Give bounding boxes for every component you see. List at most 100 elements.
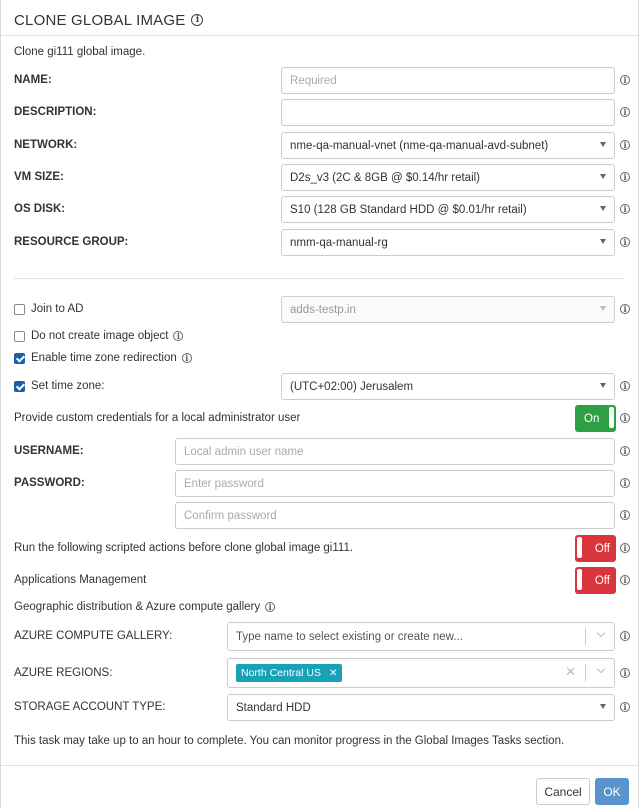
name-label: NAME:: [14, 74, 52, 86]
info-icon[interactable]: i: [173, 331, 184, 341]
info-icon[interactable]: i: [620, 140, 630, 150]
scripted-actions-toggle-label: Off: [594, 542, 610, 555]
join-ad-label: Join to AD: [31, 303, 84, 315]
join-ad-checkbox[interactable]: [14, 303, 25, 315]
caret-down-icon: [600, 383, 606, 388]
info-icon[interactable]: i: [620, 631, 630, 641]
join-ad-row: Join to AD: [14, 303, 83, 315]
chevron-down-icon[interactable]: [596, 664, 606, 674]
info-icon[interactable]: i: [620, 75, 630, 85]
info-icon[interactable]: i: [620, 446, 630, 456]
scripted-actions-row: Run the following scripted actions befor…: [14, 542, 353, 554]
clear-icon[interactable]: ✕: [565, 664, 576, 680]
scripted-actions-toggle[interactable]: Off: [575, 535, 616, 562]
toggle-knob: [609, 407, 614, 428]
info-icon[interactable]: i: [620, 381, 630, 391]
password-input[interactable]: Enter password: [175, 470, 615, 497]
storage-select[interactable]: Standard HDD: [227, 694, 615, 721]
apps-management-toggle[interactable]: Off: [575, 567, 616, 594]
password-label: PASSWORD:: [14, 477, 85, 489]
vm-size-select[interactable]: D2s_v3 (2C & 8GB @ $0.14/hr retail): [281, 164, 615, 191]
no-image-object-label: Do not create image object: [31, 330, 169, 342]
section-divider: [14, 278, 625, 279]
regions-label: AZURE REGIONS:: [14, 667, 113, 679]
ad-domain-value: adds-testp.in: [290, 303, 356, 316]
info-icon[interactable]: i: [620, 204, 630, 214]
os-disk-select[interactable]: S10 (128 GB Standard HDD @ $0.01/hr reta…: [281, 196, 615, 223]
confirm-password-input[interactable]: Confirm password: [175, 502, 615, 529]
caret-down-icon: [600, 206, 606, 211]
regions-select[interactable]: North Central US ✕ ✕: [227, 658, 615, 688]
tz-redirect-checkbox[interactable]: [14, 352, 25, 364]
resource-group-select[interactable]: nmm-qa-manual-rg: [281, 229, 615, 256]
resource-group-row: RESOURCE GROUP:: [14, 236, 128, 248]
gallery-row: AZURE COMPUTE GALLERY:: [14, 630, 172, 642]
name-placeholder: Required: [290, 74, 337, 87]
credentials-toggle[interactable]: On: [575, 405, 616, 432]
set-tz-checkbox[interactable]: [14, 380, 25, 392]
name-row: NAME:: [14, 74, 52, 86]
region-tag-label: North Central US: [241, 667, 321, 679]
remove-tag-icon[interactable]: ✕: [329, 668, 337, 679]
username-label: USERNAME:: [14, 445, 84, 457]
info-icon[interactable]: i: [620, 107, 630, 117]
info-icon[interactable]: i: [620, 510, 630, 520]
dialog-header: CLONE GLOBAL IMAGE i: [1, 0, 638, 36]
resource-group-value: nmm-qa-manual-rg: [290, 236, 388, 249]
ad-domain-select[interactable]: adds-testp.in: [281, 296, 615, 323]
resource-group-label: RESOURCE GROUP:: [14, 236, 129, 248]
network-select[interactable]: nme-qa-manual-vnet (nme-qa-manual-avd-su…: [281, 132, 615, 159]
credentials-label: Provide custom credentials for a local a…: [14, 412, 301, 424]
info-icon[interactable]: i: [620, 702, 630, 712]
dialog-title: CLONE GLOBAL IMAGE: [14, 11, 186, 29]
no-image-object-checkbox[interactable]: [14, 330, 25, 342]
os-disk-value: S10 (128 GB Standard HDD @ $0.01/hr reta…: [290, 203, 527, 216]
caret-down-icon: [600, 142, 606, 147]
chevron-down-icon[interactable]: [596, 628, 606, 638]
name-input[interactable]: Required: [281, 67, 615, 94]
username-row: USERNAME:: [14, 445, 84, 457]
info-icon[interactable]: i: [620, 478, 630, 488]
select-separator: [585, 664, 586, 682]
apps-management-row: Applications Management: [14, 574, 146, 586]
cancel-button[interactable]: Cancel: [536, 778, 590, 805]
dialog-footer: Cancel OK: [1, 765, 638, 808]
info-icon[interactable]: i: [620, 237, 630, 247]
description-input[interactable]: [281, 99, 615, 126]
set-tz-label: Set time zone:: [31, 380, 105, 392]
caret-down-icon: [600, 704, 606, 709]
toggle-knob: [577, 569, 582, 590]
credentials-toggle-label: On: [584, 412, 600, 425]
gallery-select[interactable]: Type name to select existing or create n…: [227, 622, 615, 651]
network-label: NETWORK:: [14, 139, 78, 151]
info-icon[interactable]: i: [620, 304, 630, 314]
info-icon[interactable]: i: [265, 602, 276, 612]
note-row: This task may take up to an hour to comp…: [14, 735, 564, 747]
timezone-value: (UTC+02:00) Jerusalem: [290, 380, 414, 393]
region-tag: North Central US ✕: [236, 664, 343, 682]
info-icon[interactable]: i: [620, 172, 630, 182]
dialog-subtitle-row: Clone gi111 global image.: [14, 46, 145, 58]
apps-management-label: Applications Management: [14, 574, 147, 586]
gallery-placeholder: Type name to select existing or create n…: [236, 630, 463, 643]
timezone-select[interactable]: (UTC+02:00) Jerusalem: [281, 373, 615, 400]
username-input[interactable]: Local admin user name: [175, 438, 615, 465]
description-label: DESCRIPTION:: [14, 106, 97, 118]
info-icon[interactable]: i: [620, 413, 630, 423]
caret-down-icon: [600, 306, 606, 311]
os-disk-row: OS DISK:: [14, 203, 65, 215]
info-icon[interactable]: i: [191, 14, 204, 26]
vm-size-label: VM SIZE:: [14, 171, 64, 183]
info-icon[interactable]: i: [620, 575, 630, 585]
clone-global-image-dialog: CLONE GLOBAL IMAGE i Clone gi111 global …: [0, 0, 639, 808]
credentials-row: Provide custom credentials for a local a…: [14, 412, 300, 424]
task-note: This task may take up to an hour to comp…: [14, 735, 565, 747]
toggle-knob: [577, 537, 582, 558]
description-row: DESCRIPTION:: [14, 106, 96, 118]
ok-button[interactable]: OK: [595, 778, 629, 805]
info-icon[interactable]: i: [620, 668, 630, 678]
info-icon[interactable]: i: [620, 543, 630, 553]
os-disk-label: OS DISK:: [14, 203, 66, 215]
info-icon[interactable]: i: [181, 353, 192, 363]
regions-row: AZURE REGIONS:: [14, 667, 112, 679]
